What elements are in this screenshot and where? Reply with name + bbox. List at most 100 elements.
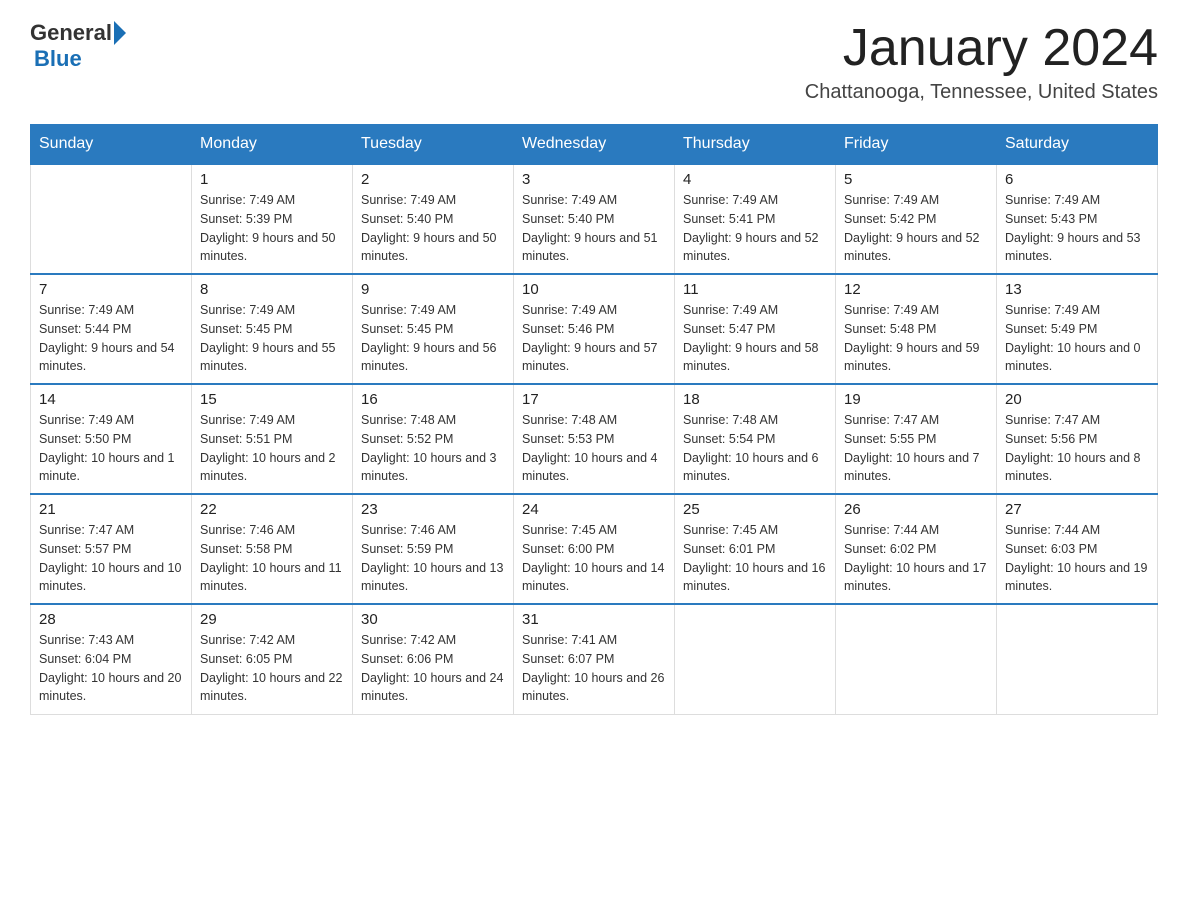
calendar-cell [675, 604, 836, 714]
day-info: Sunrise: 7:46 AMSunset: 5:59 PMDaylight:… [361, 521, 505, 596]
day-info: Sunrise: 7:49 AMSunset: 5:41 PMDaylight:… [683, 191, 827, 266]
month-title: January 2024 [805, 20, 1158, 77]
day-info: Sunrise: 7:49 AMSunset: 5:44 PMDaylight:… [39, 301, 183, 376]
day-number: 7 [39, 281, 183, 298]
day-info: Sunrise: 7:44 AMSunset: 6:03 PMDaylight:… [1005, 521, 1149, 596]
calendar-cell: 15 Sunrise: 7:49 AMSunset: 5:51 PMDayligh… [192, 384, 353, 494]
day-info: Sunrise: 7:49 AMSunset: 5:48 PMDaylight:… [844, 301, 988, 376]
day-info: Sunrise: 7:49 AMSunset: 5:50 PMDaylight:… [39, 411, 183, 486]
day-number: 11 [683, 281, 827, 298]
day-number: 26 [844, 501, 988, 518]
day-number: 13 [1005, 281, 1149, 298]
weekday-header-row: SundayMondayTuesdayWednesdayThursdayFrid… [31, 125, 1158, 165]
day-info: Sunrise: 7:48 AMSunset: 5:52 PMDaylight:… [361, 411, 505, 486]
calendar-body: 1 Sunrise: 7:49 AMSunset: 5:39 PMDaylight… [31, 164, 1158, 714]
day-number: 25 [683, 501, 827, 518]
calendar-cell: 11Sunrise: 7:49 AMSunset: 5:47 PMDayligh… [675, 274, 836, 384]
calendar-cell: 1 Sunrise: 7:49 AMSunset: 5:39 PMDaylight… [192, 164, 353, 274]
logo: General Blue [30, 20, 126, 72]
weekday-header-sunday: Sunday [31, 125, 192, 165]
day-number: 22 [200, 501, 344, 518]
day-info: Sunrise: 7:47 AMSunset: 5:56 PMDaylight:… [1005, 411, 1149, 486]
day-number: 14 [39, 391, 183, 408]
calendar-week-2: 7 Sunrise: 7:49 AMSunset: 5:44 PMDaylight… [31, 274, 1158, 384]
day-info: Sunrise: 7:49 AMSunset: 5:49 PMDaylight:… [1005, 301, 1149, 376]
calendar-cell: 27 Sunrise: 7:44 AMSunset: 6:03 PMDayligh… [997, 494, 1158, 604]
day-number: 5 [844, 171, 988, 188]
calendar-cell: 6 Sunrise: 7:49 AMSunset: 5:43 PMDaylight… [997, 164, 1158, 274]
weekday-header-friday: Friday [836, 125, 997, 165]
location-subtitle: Chattanooga, Tennessee, United States [805, 81, 1158, 104]
day-info: Sunrise: 7:49 AMSunset: 5:51 PMDaylight:… [200, 411, 344, 486]
calendar-cell: 4 Sunrise: 7:49 AMSunset: 5:41 PMDaylight… [675, 164, 836, 274]
day-info: Sunrise: 7:47 AMSunset: 5:57 PMDaylight:… [39, 521, 183, 596]
weekday-header-tuesday: Tuesday [353, 125, 514, 165]
day-info: Sunrise: 7:45 AMSunset: 6:01 PMDaylight:… [683, 521, 827, 596]
calendar-week-5: 28 Sunrise: 7:43 AMSunset: 6:04 PMDayligh… [31, 604, 1158, 714]
calendar-cell [31, 164, 192, 274]
calendar-table: SundayMondayTuesdayWednesdayThursdayFrid… [30, 124, 1158, 715]
calendar-cell: 7 Sunrise: 7:49 AMSunset: 5:44 PMDaylight… [31, 274, 192, 384]
calendar-cell: 3 Sunrise: 7:49 AMSunset: 5:40 PMDaylight… [514, 164, 675, 274]
day-info: Sunrise: 7:49 AMSunset: 5:39 PMDaylight:… [200, 191, 344, 266]
day-info: Sunrise: 7:49 AMSunset: 5:42 PMDaylight:… [844, 191, 988, 266]
day-number: 6 [1005, 171, 1149, 188]
calendar-cell: 21 Sunrise: 7:47 AMSunset: 5:57 PMDayligh… [31, 494, 192, 604]
page-header: General Blue January 2024 Chattanooga, T… [30, 20, 1158, 104]
day-number: 20 [1005, 391, 1149, 408]
day-number: 4 [683, 171, 827, 188]
calendar-cell: 20 Sunrise: 7:47 AMSunset: 5:56 PMDayligh… [997, 384, 1158, 494]
calendar-cell: 26 Sunrise: 7:44 AMSunset: 6:02 PMDayligh… [836, 494, 997, 604]
day-number: 2 [361, 171, 505, 188]
day-number: 10 [522, 281, 666, 298]
calendar-cell [997, 604, 1158, 714]
logo-blue-text: Blue [34, 46, 82, 71]
day-info: Sunrise: 7:49 AMSunset: 5:43 PMDaylight:… [1005, 191, 1149, 266]
day-number: 12 [844, 281, 988, 298]
calendar-cell: 10 Sunrise: 7:49 AMSunset: 5:46 PMDayligh… [514, 274, 675, 384]
day-number: 9 [361, 281, 505, 298]
calendar-cell: 17Sunrise: 7:48 AMSunset: 5:53 PMDayligh… [514, 384, 675, 494]
calendar-cell: 19Sunrise: 7:47 AMSunset: 5:55 PMDayligh… [836, 384, 997, 494]
day-number: 27 [1005, 501, 1149, 518]
day-info: Sunrise: 7:49 AMSunset: 5:45 PMDaylight:… [361, 301, 505, 376]
calendar-cell: 22 Sunrise: 7:46 AMSunset: 5:58 PMDayligh… [192, 494, 353, 604]
day-info: Sunrise: 7:42 AMSunset: 6:06 PMDaylight:… [361, 631, 505, 706]
calendar-cell: 5 Sunrise: 7:49 AMSunset: 5:42 PMDaylight… [836, 164, 997, 274]
day-number: 24 [522, 501, 666, 518]
day-info: Sunrise: 7:45 AMSunset: 6:00 PMDaylight:… [522, 521, 666, 596]
calendar-cell: 29 Sunrise: 7:42 AMSunset: 6:05 PMDayligh… [192, 604, 353, 714]
calendar-week-4: 21 Sunrise: 7:47 AMSunset: 5:57 PMDayligh… [31, 494, 1158, 604]
day-info: Sunrise: 7:49 AMSunset: 5:46 PMDaylight:… [522, 301, 666, 376]
day-info: Sunrise: 7:44 AMSunset: 6:02 PMDaylight:… [844, 521, 988, 596]
calendar-cell: 28 Sunrise: 7:43 AMSunset: 6:04 PMDayligh… [31, 604, 192, 714]
day-number: 29 [200, 611, 344, 628]
calendar-cell: 18Sunrise: 7:48 AMSunset: 5:54 PMDayligh… [675, 384, 836, 494]
day-info: Sunrise: 7:49 AMSunset: 5:40 PMDaylight:… [522, 191, 666, 266]
day-info: Sunrise: 7:48 AMSunset: 5:54 PMDaylight:… [683, 411, 827, 486]
calendar-cell: 23 Sunrise: 7:46 AMSunset: 5:59 PMDayligh… [353, 494, 514, 604]
title-section: January 2024 Chattanooga, Tennessee, Uni… [805, 20, 1158, 104]
logo-arrow-icon [114, 21, 126, 45]
calendar-cell: 31 Sunrise: 7:41 AMSunset: 6:07 PMDayligh… [514, 604, 675, 714]
day-info: Sunrise: 7:47 AMSunset: 5:55 PMDaylight:… [844, 411, 988, 486]
calendar-cell: 30 Sunrise: 7:42 AMSunset: 6:06 PMDayligh… [353, 604, 514, 714]
day-info: Sunrise: 7:49 AMSunset: 5:40 PMDaylight:… [361, 191, 505, 266]
day-number: 28 [39, 611, 183, 628]
day-number: 23 [361, 501, 505, 518]
day-number: 30 [361, 611, 505, 628]
day-number: 1 [200, 171, 344, 188]
day-number: 21 [39, 501, 183, 518]
day-info: Sunrise: 7:41 AMSunset: 6:07 PMDaylight:… [522, 631, 666, 706]
day-info: Sunrise: 7:46 AMSunset: 5:58 PMDaylight:… [200, 521, 344, 596]
calendar-week-3: 14 Sunrise: 7:49 AMSunset: 5:50 PMDayligh… [31, 384, 1158, 494]
day-info: Sunrise: 7:49 AMSunset: 5:45 PMDaylight:… [200, 301, 344, 376]
day-number: 3 [522, 171, 666, 188]
logo-general-text: General [30, 20, 112, 46]
day-info: Sunrise: 7:42 AMSunset: 6:05 PMDaylight:… [200, 631, 344, 706]
calendar-week-1: 1 Sunrise: 7:49 AMSunset: 5:39 PMDaylight… [31, 164, 1158, 274]
day-number: 8 [200, 281, 344, 298]
day-number: 15 [200, 391, 344, 408]
day-info: Sunrise: 7:43 AMSunset: 6:04 PMDaylight:… [39, 631, 183, 706]
day-number: 31 [522, 611, 666, 628]
